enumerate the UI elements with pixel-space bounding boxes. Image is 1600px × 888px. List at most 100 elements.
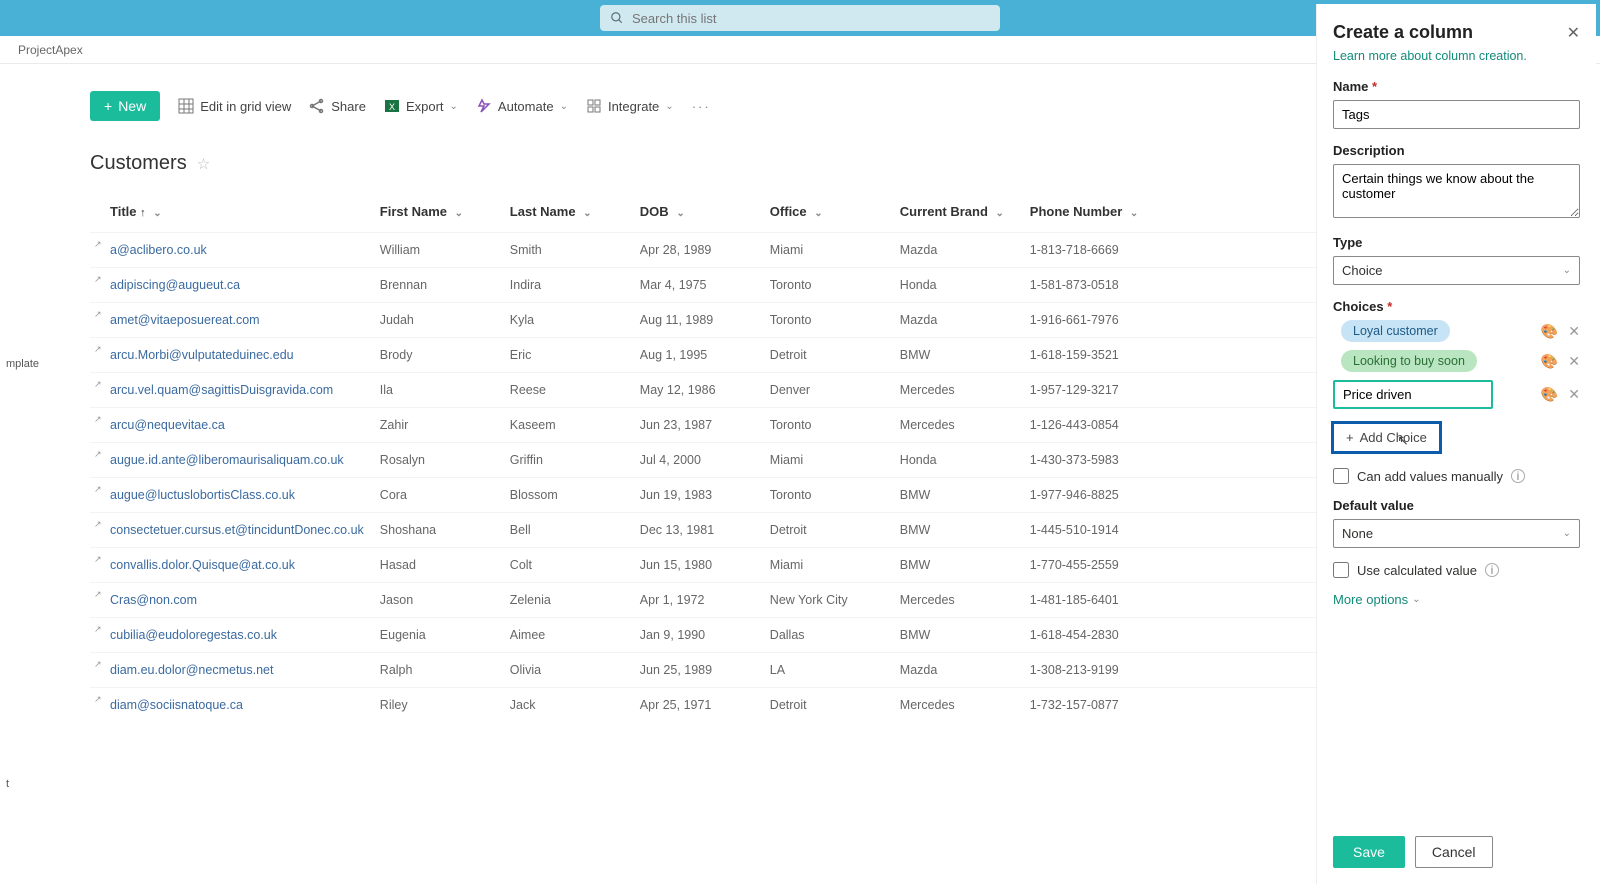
save-button[interactable]: Save	[1333, 836, 1405, 868]
cell-last: Bell	[502, 513, 632, 548]
cell-office: Denver	[762, 373, 892, 408]
close-icon[interactable]: ✕	[1567, 23, 1580, 43]
cancel-button[interactable]: Cancel	[1415, 836, 1493, 868]
ellipsis-icon: ···	[692, 99, 711, 114]
col-office[interactable]: Office ⌄	[762, 191, 892, 233]
palette-icon[interactable]: 🎨	[1541, 323, 1558, 340]
cell-last: Reese	[502, 373, 632, 408]
cell-dob: Mar 4, 1975	[632, 268, 762, 303]
manual-values-label: Can add values manually	[1357, 469, 1503, 484]
palette-icon[interactable]: 🎨	[1541, 353, 1558, 370]
choice-row: Looking to buy soon 🎨 ✕	[1333, 350, 1580, 372]
sidebar-item-t[interactable]: t	[0, 774, 50, 794]
cell-dob: Apr 28, 1989	[632, 233, 762, 268]
cell-title[interactable]: arcu@nequevitae.ca	[90, 408, 372, 443]
cell-title[interactable]: adipiscing@augueut.ca	[90, 268, 372, 303]
remove-icon[interactable]: ✕	[1568, 323, 1580, 340]
col-dob[interactable]: DOB ⌄	[632, 191, 762, 233]
info-icon[interactable]: i	[1511, 469, 1525, 483]
chevron-down-icon: ⌄	[1412, 594, 1420, 605]
cell-office: Miami	[762, 233, 892, 268]
cell-office: LA	[762, 653, 892, 688]
breadcrumb[interactable]: ProjectApex	[18, 43, 83, 57]
cell-title[interactable]: amet@vitaeposuereat.com	[90, 303, 372, 338]
chevron-down-icon: ⌄	[583, 208, 591, 219]
col-title[interactable]: Title ↑ ⌄	[90, 191, 372, 233]
more-button[interactable]: ···	[692, 99, 711, 114]
cell-dob: Jun 23, 1987	[632, 408, 762, 443]
search-input[interactable]	[632, 11, 990, 26]
edit-grid-button[interactable]: Edit in grid view	[178, 98, 291, 114]
export-button[interactable]: X Export ⌄	[384, 98, 458, 114]
cell-office: Toronto	[762, 303, 892, 338]
palette-icon[interactable]: 🎨	[1541, 386, 1558, 403]
calculated-value-checkbox[interactable]	[1333, 562, 1349, 578]
chevron-down-icon: ⌄	[665, 101, 673, 112]
cell-title[interactable]: cubilia@eudoloregestas.co.uk	[90, 618, 372, 653]
col-phone[interactable]: Phone Number ⌄	[1022, 191, 1162, 233]
info-icon[interactable]: i	[1485, 563, 1499, 577]
remove-icon[interactable]: ✕	[1568, 353, 1580, 370]
cell-dob: Aug 1, 1995	[632, 338, 762, 373]
cell-first: Riley	[372, 688, 502, 723]
cell-office: Detroit	[762, 688, 892, 723]
choice-chip[interactable]: Looking to buy soon	[1341, 350, 1477, 372]
cell-first: Shoshana	[372, 513, 502, 548]
add-choice-button[interactable]: + Add Choice ↖	[1331, 421, 1442, 454]
name-input[interactable]	[1333, 100, 1580, 129]
search-bar[interactable]	[600, 5, 1000, 31]
col-brand[interactable]: Current Brand ⌄	[892, 191, 1022, 233]
chevron-down-icon: ⌄	[1130, 208, 1138, 219]
star-icon[interactable]: ☆	[197, 155, 210, 173]
cell-dob: Jun 15, 1980	[632, 548, 762, 583]
cell-title[interactable]: consectetuer.cursus.et@tinciduntDonec.co…	[90, 513, 372, 548]
cell-phone: 1-916-661-7976	[1022, 303, 1162, 338]
cell-office: Dallas	[762, 618, 892, 653]
choices-label: Choices *	[1333, 299, 1580, 314]
automate-button[interactable]: Automate ⌄	[476, 98, 568, 114]
cell-title[interactable]: diam@sociisnatoque.ca	[90, 688, 372, 723]
learn-more-link[interactable]: Learn more about column creation.	[1333, 49, 1580, 63]
share-button[interactable]: Share	[309, 98, 366, 114]
cell-dob: Jun 19, 1983	[632, 478, 762, 513]
new-button[interactable]: + New	[90, 91, 160, 121]
cell-first: Rosalyn	[372, 443, 502, 478]
cell-brand: Mercedes	[892, 408, 1022, 443]
cell-first: Ralph	[372, 653, 502, 688]
more-options-button[interactable]: More options ⌄	[1333, 592, 1580, 607]
cell-first: William	[372, 233, 502, 268]
cell-dob: Jun 25, 1989	[632, 653, 762, 688]
col-first-name[interactable]: First Name ⌄	[372, 191, 502, 233]
cell-title[interactable]: augue.id.ante@liberomaurisaliquam.co.uk	[90, 443, 372, 478]
cell-last: Griffin	[502, 443, 632, 478]
cell-title[interactable]: arcu.Morbi@vulputateduinec.edu	[90, 338, 372, 373]
sidebar-item-template[interactable]: mplate	[0, 354, 50, 374]
remove-icon[interactable]: ✕	[1568, 386, 1580, 403]
cell-title[interactable]: convallis.dolor.Quisque@at.co.uk	[90, 548, 372, 583]
cell-dob: Aug 11, 1989	[632, 303, 762, 338]
choice-chip[interactable]: Loyal customer	[1341, 320, 1450, 342]
integrate-button[interactable]: Integrate ⌄	[586, 98, 674, 114]
automate-icon	[476, 98, 492, 114]
cell-title[interactable]: augue@luctuslobortisClass.co.uk	[90, 478, 372, 513]
share-icon	[309, 98, 325, 114]
manual-values-checkbox[interactable]	[1333, 468, 1349, 484]
col-last-name[interactable]: Last Name ⌄	[502, 191, 632, 233]
description-input[interactable]: Certain things we know about the custome…	[1333, 164, 1580, 218]
cell-title[interactable]: diam.eu.dolor@necmetus.net	[90, 653, 372, 688]
cell-brand: Mercedes	[892, 583, 1022, 618]
cell-title[interactable]: arcu.vel.quam@sagittisDuisgravida.com	[90, 373, 372, 408]
cell-phone: 1-770-455-2559	[1022, 548, 1162, 583]
choice-input[interactable]	[1333, 380, 1493, 409]
chevron-down-icon: ⌄	[450, 101, 458, 112]
cell-title[interactable]: a@aclibero.co.uk	[90, 233, 372, 268]
default-value-select[interactable]: None ⌄	[1333, 519, 1580, 548]
cell-title[interactable]: Cras@non.com	[90, 583, 372, 618]
cell-first: Cora	[372, 478, 502, 513]
cursor-icon: ↖	[1397, 432, 1409, 449]
cell-phone: 1-308-213-9199	[1022, 653, 1162, 688]
description-label: Description	[1333, 143, 1580, 158]
cell-brand: Mazda	[892, 233, 1022, 268]
cell-first: Judah	[372, 303, 502, 338]
type-select[interactable]: Choice ⌄	[1333, 256, 1580, 285]
